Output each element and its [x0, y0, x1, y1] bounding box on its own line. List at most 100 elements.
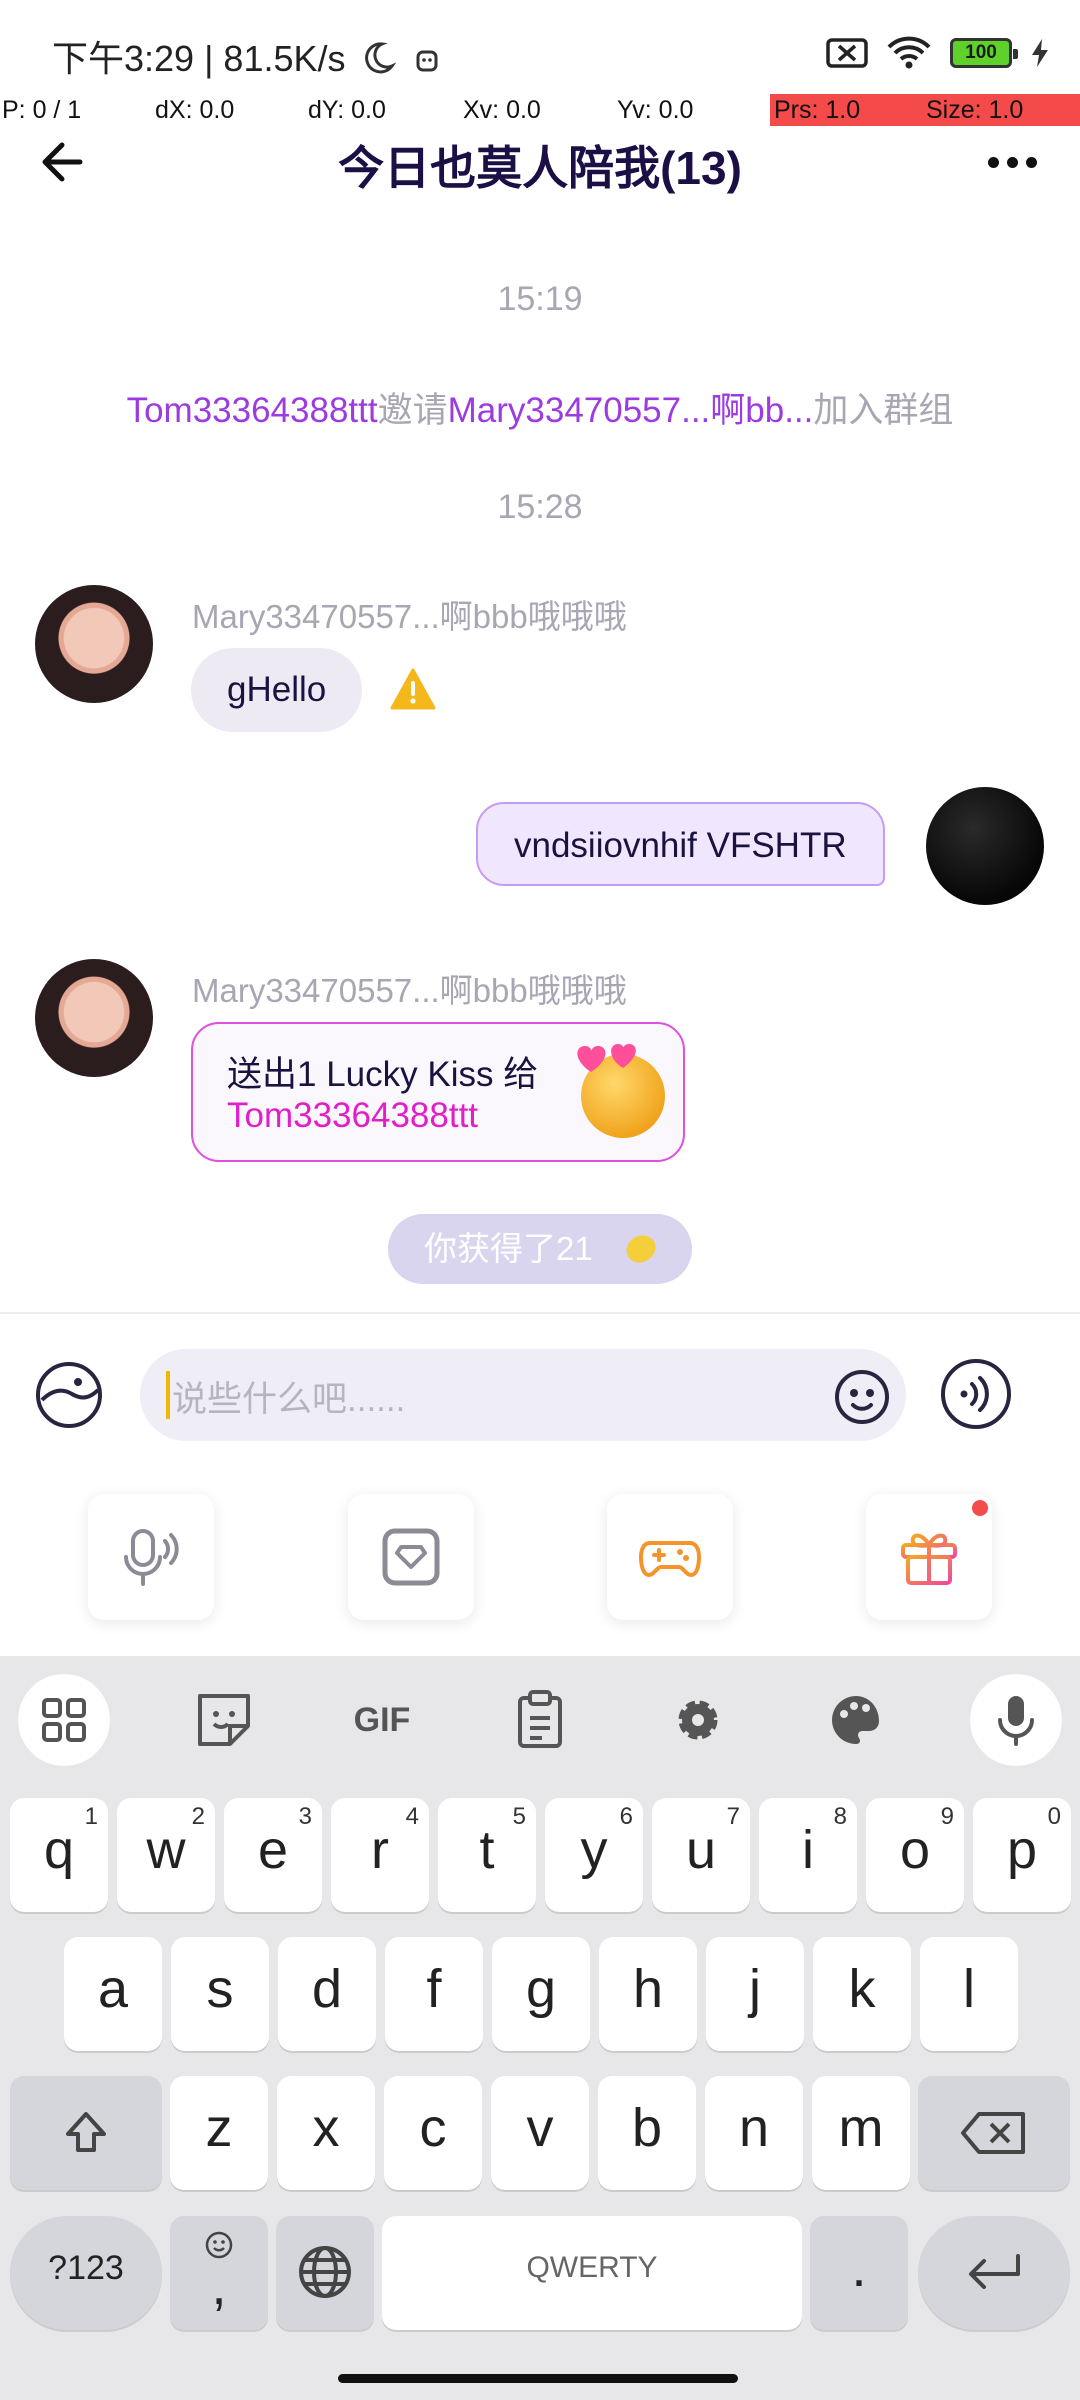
- key-v[interactable]: v: [491, 2076, 589, 2190]
- key-p[interactable]: p0: [973, 1798, 1071, 1912]
- comma-key[interactable]: ,: [170, 2216, 268, 2330]
- voice-input-button[interactable]: [970, 1674, 1062, 1766]
- enter-key[interactable]: [918, 2216, 1070, 2330]
- photo-album-button[interactable]: [348, 1494, 474, 1620]
- game-button[interactable]: [607, 1494, 733, 1620]
- shift-key[interactable]: [10, 2076, 162, 2190]
- key-f[interactable]: f: [385, 1937, 483, 2051]
- keyboard: GIF q1w2e3r4t5y6u7i8o9p0 asdfghjkl zxcvb…: [0, 1656, 1080, 2400]
- more-options-icon[interactable]: [988, 150, 1044, 174]
- key-s[interactable]: s: [171, 1937, 269, 2051]
- status-bar: 下午3:29 | 81.5K/s 100: [0, 0, 1080, 90]
- key-g[interactable]: g: [492, 1937, 590, 2051]
- chat-header: 今日也莫人陪我(13): [0, 128, 1080, 224]
- grid-icon: [42, 1698, 86, 1742]
- key-k[interactable]: k: [813, 1937, 911, 2051]
- debug-yv: Yv: 0.0: [617, 96, 694, 124]
- sender-name: Mary33470557...啊bbb哦哦哦: [192, 972, 627, 1009]
- key-d[interactable]: d: [278, 1937, 376, 2051]
- warning-icon[interactable]: [390, 668, 436, 710]
- clipboard-button[interactable]: [494, 1674, 586, 1766]
- key-e[interactable]: e3: [224, 1798, 322, 1912]
- gear-icon: [678, 1700, 718, 1740]
- key-z[interactable]: z: [170, 2076, 268, 2190]
- notification-dot: [972, 1500, 988, 1516]
- key-y[interactable]: y6: [545, 1798, 643, 1912]
- key-h[interactable]: h: [599, 1937, 697, 2051]
- gamepad-icon: [639, 1541, 701, 1577]
- sticker-icon: [198, 1694, 250, 1746]
- theme-button[interactable]: [810, 1674, 902, 1766]
- gift-button[interactable]: [866, 1494, 992, 1620]
- key-w[interactable]: w2: [117, 1798, 215, 1912]
- sender-name: Mary33470557...啊bbb哦哦哦: [192, 598, 627, 635]
- input-placeholder: 说些什么吧......: [172, 1380, 406, 1419]
- enter-icon: [969, 2254, 1020, 2289]
- emoji-icon[interactable]: [834, 1369, 890, 1425]
- lucky-kiss-gift-icon: [577, 1044, 665, 1138]
- period-key[interactable]: .: [810, 2216, 908, 2330]
- wifi-icon: [887, 36, 931, 69]
- text-cursor: [166, 1371, 170, 1419]
- emoji-icon: [205, 2231, 233, 2259]
- my-avatar[interactable]: [926, 787, 1044, 905]
- android-icon: [416, 50, 438, 72]
- apps-grid-button[interactable]: [18, 1674, 110, 1766]
- key-m[interactable]: m: [812, 2076, 910, 2190]
- divider: [0, 1312, 1080, 1314]
- key-b[interactable]: b: [598, 2076, 696, 2190]
- timestamp: 15:19: [497, 280, 583, 318]
- system-message: Tom33364388ttt邀请Mary33470557...啊bb...加入群…: [126, 391, 954, 430]
- gif-button[interactable]: GIF: [336, 1674, 428, 1766]
- battery-icon: 100: [950, 38, 1018, 68]
- keyboard-toolbar: GIF: [0, 1656, 1080, 1772]
- shift-icon: [66, 2112, 106, 2152]
- gift-recipient: Tom33364388ttt: [227, 1096, 479, 1135]
- debug-xv: Xv: 0.0: [463, 96, 541, 124]
- key-q[interactable]: q1: [10, 1798, 108, 1912]
- gift-message-card[interactable]: 送出1 Lucky Kiss 给 Tom33364388ttt: [191, 1022, 685, 1162]
- clipboard-icon: [518, 1690, 562, 1748]
- key-i[interactable]: i8: [759, 1798, 857, 1912]
- key-c[interactable]: c: [384, 2076, 482, 2190]
- key-l[interactable]: l: [920, 1937, 1018, 2051]
- language-key[interactable]: [276, 2216, 374, 2330]
- space-key[interactable]: QWERTY: [382, 2216, 802, 2330]
- page-title: 今日也莫人陪我(13): [338, 142, 742, 194]
- key-r[interactable]: r4: [331, 1798, 429, 1912]
- status-time-speed: 下午3:29 | 81.5K/s: [52, 30, 442, 82]
- key-j[interactable]: j: [706, 1937, 804, 2051]
- inviter-name[interactable]: Tom33364388ttt: [127, 391, 378, 430]
- image-picker-icon[interactable]: [34, 1360, 104, 1430]
- debug-prs: Prs: 1.0: [770, 94, 922, 126]
- voice-message-icon[interactable]: [940, 1358, 1012, 1430]
- message-input[interactable]: 说些什么吧......: [140, 1349, 906, 1441]
- debug-dx: dX: 0.0: [155, 96, 235, 124]
- microphone-icon: [998, 1696, 1034, 1746]
- voice-room-button[interactable]: [88, 1494, 214, 1620]
- reward-notice: 你获得了21: [388, 1214, 692, 1284]
- microphone-icon: [124, 1529, 179, 1586]
- symbols-key[interactable]: ?123: [10, 2216, 162, 2330]
- avatar[interactable]: [35, 959, 153, 1077]
- sim-off-icon: [826, 38, 868, 68]
- backspace-key[interactable]: [918, 2076, 1070, 2190]
- avatar[interactable]: [35, 585, 153, 703]
- gift-icon: [901, 1533, 957, 1585]
- key-n[interactable]: n: [705, 2076, 803, 2190]
- my-message-bubble[interactable]: vndsiiovnhif VFSHTR: [476, 802, 885, 886]
- sticker-button[interactable]: [178, 1674, 270, 1766]
- invitee-name[interactable]: Mary33470557...啊bb...: [448, 391, 814, 430]
- key-u[interactable]: u7: [652, 1798, 750, 1912]
- debug-size: Size: 1.0: [922, 94, 1080, 126]
- key-o[interactable]: o9: [866, 1798, 964, 1912]
- settings-button[interactable]: [652, 1674, 744, 1766]
- charging-icon: [1032, 39, 1048, 67]
- key-x[interactable]: x: [277, 2076, 375, 2190]
- message-bubble[interactable]: gHello: [191, 648, 363, 732]
- gesture-handle[interactable]: [338, 2374, 738, 2383]
- key-t[interactable]: t5: [438, 1798, 536, 1912]
- palette-icon: [832, 1696, 879, 1744]
- key-a[interactable]: a: [64, 1937, 162, 2051]
- status-icons: 100: [826, 36, 1050, 70]
